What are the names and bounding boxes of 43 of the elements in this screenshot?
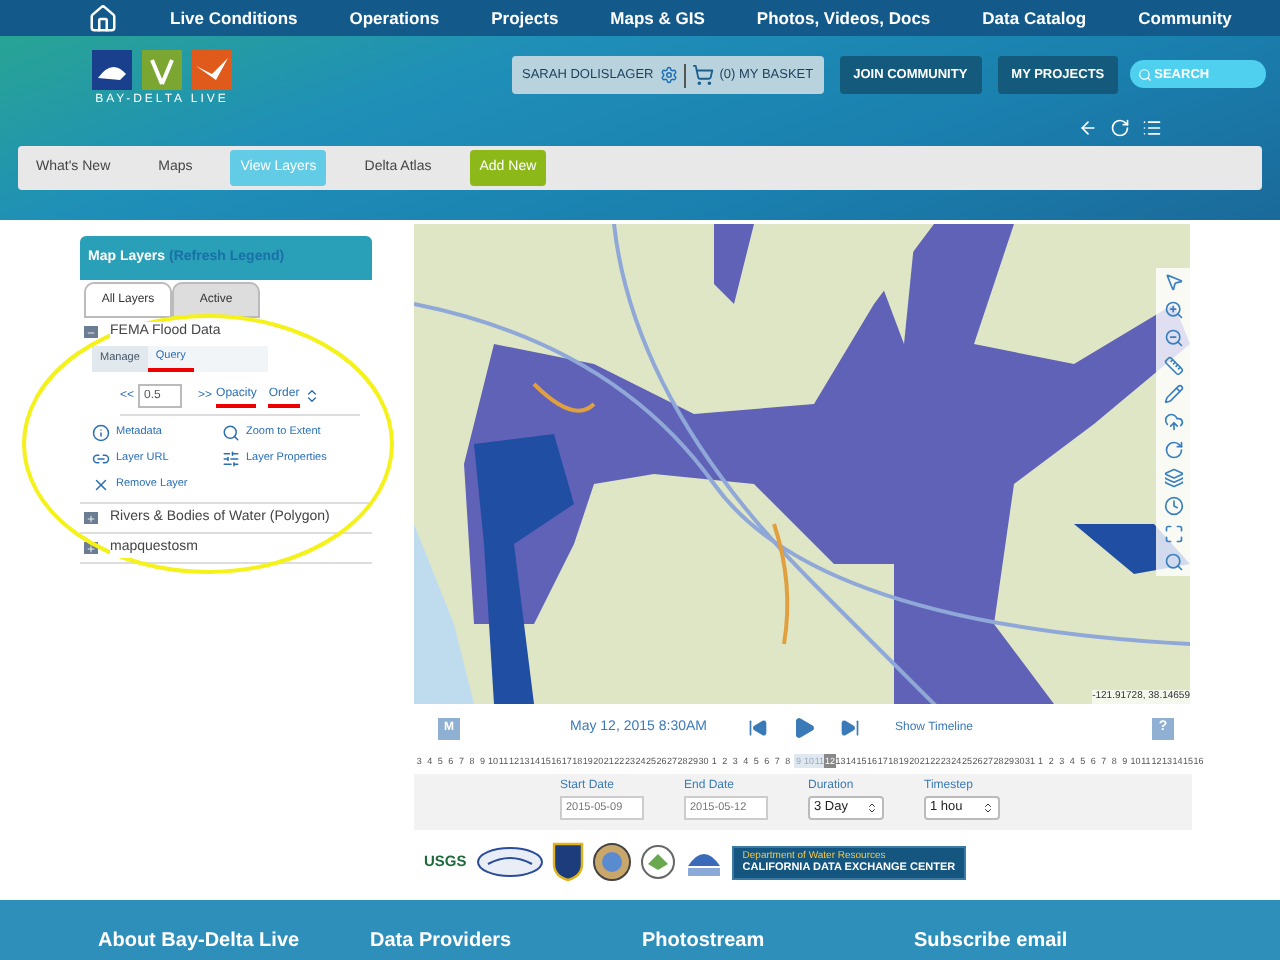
sliders-icon [222,450,240,468]
search-icon[interactable] [1163,552,1183,572]
play-icon[interactable] [791,716,815,740]
pencil-icon[interactable] [1163,384,1183,404]
footer-heading: Subscribe email [914,928,1070,956]
magnifier-icon [222,424,240,442]
settings-icon[interactable] [659,66,678,84]
footer-heading: Data Providers [370,928,514,956]
close-icon [92,476,110,494]
nav-link[interactable]: Operations [349,5,440,31]
skip-forward-icon[interactable] [839,718,859,738]
search-icon [1138,67,1153,81]
layers-icon[interactable] [1163,468,1183,488]
nav-link[interactable]: Live Conditions [170,5,298,31]
pointer-icon[interactable] [1163,272,1183,292]
clock-icon[interactable] [1163,496,1183,516]
nav-link[interactable]: Maps & GIS [610,5,705,31]
ruler-icon[interactable] [1163,356,1183,376]
link-icon [92,450,110,468]
round-seal-icon[interactable] [592,842,633,882]
footer-heading: About Bay-Delta Live [98,928,302,956]
menu-icon[interactable] [1142,118,1162,138]
zoom-out-icon[interactable] [1163,328,1183,348]
back-icon[interactable] [1078,118,1098,138]
nav-link[interactable]: Data Catalog [982,5,1087,31]
zoom-in-icon[interactable] [1163,300,1183,320]
footer-heading: Photostream [642,928,767,956]
round-logo-icon[interactable] [640,844,677,880]
cloud-upload-icon[interactable] [1163,412,1183,432]
home-icon[interactable] [88,3,118,33]
cart-icon[interactable] [691,64,714,86]
oval-seal-icon[interactable] [476,846,545,878]
nav-link[interactable]: Projects [491,5,559,31]
fullscreen-icon[interactable] [1163,524,1183,544]
refresh-icon[interactable] [1163,440,1183,460]
nav-link[interactable]: Community [1138,5,1232,31]
shield-icon[interactable] [552,842,585,882]
logo-icon[interactable] [92,50,232,90]
expand-icon[interactable] [84,512,98,524]
skip-back-icon[interactable] [747,718,767,738]
info-icon [92,424,110,442]
order-arrows-icon[interactable] [303,388,320,404]
nav-link[interactable]: Photos, Videos, Docs [756,5,931,31]
